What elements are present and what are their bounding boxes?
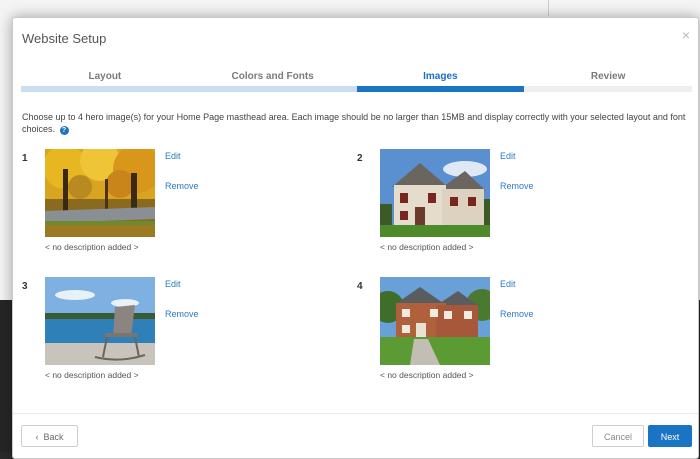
step-progress-bar xyxy=(356,86,525,92)
remove-link[interactable]: Remove xyxy=(165,181,199,191)
step-colors-and-fonts[interactable]: Colors and Fonts xyxy=(188,70,357,92)
suburban-house-thumbnail[interactable] xyxy=(380,149,490,237)
edit-link[interactable]: Edit xyxy=(500,279,516,289)
instructions-text: Choose up to 4 hero image(s) for your Ho… xyxy=(22,111,692,135)
step-progress-bar xyxy=(188,86,357,92)
slot-number: 1 xyxy=(22,153,28,164)
help-icon[interactable]: ? xyxy=(59,126,69,135)
step-layout[interactable]: Layout xyxy=(21,70,189,92)
edit-link[interactable]: Edit xyxy=(500,151,516,161)
image-description: < no description added > xyxy=(45,242,139,252)
step-progress-bar xyxy=(21,86,189,92)
step-label: Layout xyxy=(88,71,122,82)
autumn-trees-thumbnail[interactable] xyxy=(45,149,155,237)
remove-link[interactable]: Remove xyxy=(500,309,534,319)
rocking-chair-thumbnail[interactable] xyxy=(45,277,155,365)
image-description: < no description added > xyxy=(45,370,139,380)
hero-image-slot-2: 2 Edit Remove < no description added > xyxy=(357,149,677,269)
image-description: < no description added > xyxy=(380,242,474,252)
step-images[interactable]: Images xyxy=(356,70,525,92)
modal-title: Website Setup xyxy=(22,31,107,46)
edit-link[interactable]: Edit xyxy=(165,279,181,289)
chevron-left-icon: ‹ xyxy=(35,432,39,442)
hero-image-slot-3: 3 Edit Remove < no description added > xyxy=(22,277,342,397)
next-button[interactable]: Next xyxy=(648,425,692,447)
slot-number: 3 xyxy=(22,281,28,292)
remove-link[interactable]: Remove xyxy=(165,309,199,319)
step-progress-bar xyxy=(524,86,692,92)
step-label: Review xyxy=(590,71,626,82)
back-button[interactable]: ‹ Back xyxy=(21,425,78,447)
instructions-label: Choose up to 4 hero image(s) for your Ho… xyxy=(22,112,686,134)
cancel-button[interactable]: Cancel xyxy=(592,425,644,447)
background-divider xyxy=(548,0,549,16)
footer-divider xyxy=(13,413,698,414)
step-review[interactable]: Review xyxy=(524,70,692,92)
close-icon[interactable]: × xyxy=(682,27,690,43)
step-label: Colors and Fonts xyxy=(231,71,314,82)
remove-link[interactable]: Remove xyxy=(500,181,534,191)
brick-house-thumbnail[interactable] xyxy=(380,277,490,365)
back-button-label: Back xyxy=(43,432,64,442)
website-setup-modal: Website Setup × Layout Colors and Fonts … xyxy=(12,17,699,459)
wizard-steps: Layout Colors and Fonts Images Review xyxy=(21,70,692,92)
hero-image-slot-1: 1 Edit Remove < no description added > xyxy=(22,149,342,269)
image-description: < no description added > xyxy=(380,370,474,380)
slot-number: 4 xyxy=(357,281,363,292)
modal-header: Website Setup × xyxy=(13,18,698,58)
edit-link[interactable]: Edit xyxy=(165,151,181,161)
step-label: Images xyxy=(423,71,458,82)
hero-image-slot-4: 4 Edit Remove < no description added > xyxy=(357,277,677,397)
slot-number: 2 xyxy=(357,153,363,164)
